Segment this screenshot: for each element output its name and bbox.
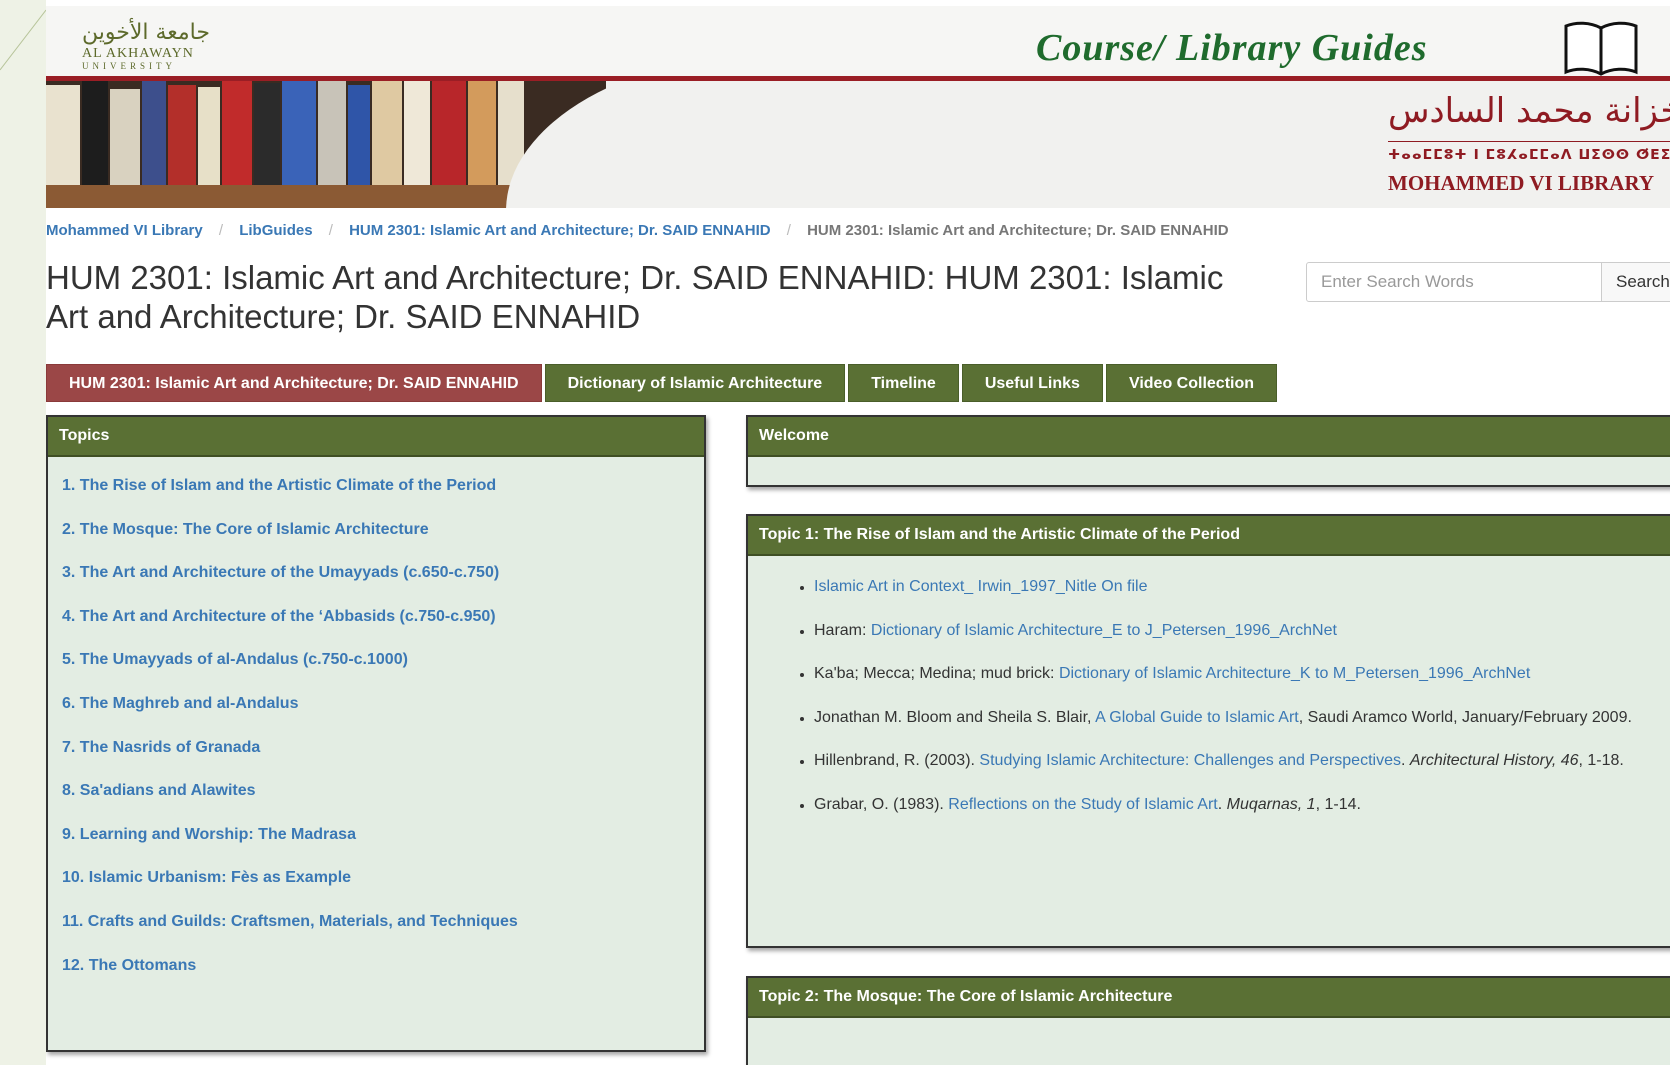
resource-prefix: Grabar, O. (1983).: [814, 795, 949, 813]
topic-link-2[interactable]: 2. The Mosque: The Core of Islamic Archi…: [62, 515, 704, 559]
resource-suffix: .: [1400, 752, 1410, 769]
topic-link-12[interactable]: 12. The Ottomans: [62, 951, 704, 995]
breadcrumb-libguides-link[interactable]: LibGuides: [239, 222, 312, 239]
resource-link[interactable]: Islamic Art in Context_ Irwin_1997_Nitle…: [814, 578, 1147, 595]
list-item: Ka'ba; Mecca; Medina; mud brick: Diction…: [814, 659, 1670, 703]
topic-link-11[interactable]: 11. Crafts and Guilds: Craftsmen, Materi…: [62, 907, 704, 951]
topic-link-10[interactable]: 10. Islamic Urbanism: Fès as Example: [62, 863, 704, 907]
breadcrumb: Mohammed VI Library / LibGuides / HUM 23…: [46, 222, 1229, 239]
breadcrumb-current-page: HUM 2301: Islamic Art and Architecture; …: [807, 222, 1229, 239]
resource-suffix: .: [1217, 795, 1227, 813]
university-logo-arabic[interactable]: جامعة الأخوين: [82, 20, 210, 45]
header-banner: جامعة الأخوين AL AKHAWAYN UNIVERSITY Cou…: [46, 6, 1670, 78]
search-input[interactable]: [1306, 262, 1602, 302]
topic-link-7[interactable]: 7. The Nasrids of Granada: [62, 733, 704, 777]
resource-journal: Architectural History, 46: [1409, 752, 1579, 769]
topics-list: 1. The Rise of Islam and the Artistic Cl…: [48, 457, 704, 994]
list-item: Grabar, O. (1983). Reflections on the St…: [814, 790, 1670, 834]
resource-prefix: Hillenbrand, R. (2003).: [814, 752, 980, 769]
resource-pages: , 1-18.: [1578, 752, 1624, 769]
guide-tabs: HUM 2301: Islamic Art and Architecture; …: [46, 364, 1278, 402]
list-item: Jonathan M. Bloom and Sheila S. Blair, A…: [814, 703, 1670, 747]
breadcrumb-guide-link[interactable]: HUM 2301: Islamic Art and Architecture; …: [349, 222, 771, 239]
decorative-line: [0, 9, 46, 71]
topic2-box-title: Topic 2: The Mosque: The Core of Islamic…: [748, 978, 1670, 1018]
tab-video-collection[interactable]: Video Collection: [1105, 364, 1278, 402]
university-logo[interactable]: AL AKHAWAYN UNIVERSITY: [82, 46, 194, 72]
resource-link[interactable]: Dictionary of Islamic Architecture_K to …: [1059, 665, 1530, 682]
tab-home[interactable]: HUM 2301: Islamic Art and Architecture; …: [46, 364, 542, 402]
resource-prefix: Ka'ba; Mecca; Medina; mud brick:: [814, 665, 1059, 682]
library-name-tifinagh: ⵜⴰⴰⵎⵎⵓⵜ ⵏ ⵎⵓⵃⴰⵎⵎⴰⴷ ⵡⵉⵙⵙ ⵚⴹⵉⵚ: [1388, 147, 1670, 163]
topic-link-4[interactable]: 4. The Art and Architecture of the ‘Abba…: [62, 602, 704, 646]
resource-link[interactable]: Dictionary of Islamic Architecture_E to …: [871, 622, 1337, 639]
resource-suffix: , Saudi Aramco World, January/February 2…: [1298, 708, 1632, 726]
resource-link[interactable]: A Global Guide to Islamic Art: [1095, 709, 1299, 726]
resource-journal: Muqarnas, 1: [1226, 795, 1316, 813]
welcome-box: Welcome: [746, 415, 1670, 487]
resource-link[interactable]: Reflections on the Study of Islamic Art: [948, 796, 1217, 813]
topic-link-1[interactable]: 1. The Rise of Islam and the Artistic Cl…: [62, 471, 704, 515]
libguide-page: جامعة الأخوين AL AKHAWAYN UNIVERSITY Cou…: [46, 0, 1670, 1065]
guides-title: Course/ Library Guides: [1036, 27, 1428, 69]
resource-prefix: Jonathan M. Bloom and Sheila S. Blair,: [814, 708, 1096, 726]
list-item: Haram: Dictionary of Islamic Architectur…: [814, 616, 1670, 660]
slide-backdrop: [0, 0, 46, 1065]
topic1-box: Topic 1: The Rise of Islam and the Artis…: [746, 514, 1670, 948]
list-item: Islamic Art in Context_ Irwin_1997_Nitle…: [814, 572, 1670, 616]
topic1-resource-list: Islamic Art in Context_ Irwin_1997_Nitle…: [748, 556, 1670, 833]
topic-link-9[interactable]: 9. Learning and Worship: The Madrasa: [62, 820, 704, 864]
topics-box-title: Topics: [48, 417, 704, 457]
topic-link-8[interactable]: 8. Sa'adians and Alawites: [62, 776, 704, 820]
list-item: Hillenbrand, R. (2003). Studying Islamic…: [814, 746, 1670, 790]
topic-link-3[interactable]: 3. The Art and Architecture of the Umayy…: [62, 558, 704, 602]
page-title: HUM 2301: Islamic Art and Architecture; …: [46, 259, 1224, 335]
topics-box: Topics 1. The Rise of Islam and the Arti…: [46, 415, 706, 1052]
search-button[interactable]: Search: [1601, 262, 1670, 302]
university-logo-sub: UNIVERSITY: [82, 61, 176, 71]
topic-link-6[interactable]: 6. The Maghreb and al-Andalus: [62, 689, 704, 733]
library-name: MOHAMMED VI LIBRARY: [1388, 171, 1655, 195]
library-name-arabic: خزانة محمد السادس: [1388, 91, 1670, 131]
tab-dictionary[interactable]: Dictionary of Islamic Architecture: [544, 364, 846, 402]
topic2-box: Topic 2: The Mosque: The Core of Islamic…: [746, 976, 1670, 1065]
resource-pages: , 1-14.: [1315, 795, 1361, 813]
resource-prefix: Haram:: [814, 621, 871, 639]
library-banner-image: خزانة محمد السادس ⵜⴰⴰⵎⵎⵓⵜ ⵏ ⵎⵓⵃⴰⵎⵎⴰⴷ ⵡⵉⵙ…: [46, 81, 1670, 208]
university-logo-name: AL AKHAWAYN: [82, 46, 194, 61]
tab-timeline[interactable]: Timeline: [848, 364, 959, 402]
welcome-box-title: Welcome: [748, 417, 1670, 457]
resource-link[interactable]: Studying Islamic Architecture: Challenge…: [979, 752, 1401, 769]
breadcrumb-library-link[interactable]: Mohammed VI Library: [46, 222, 203, 239]
topic-link-5[interactable]: 5. The Umayyads of al-Andalus (c.750-c.1…: [62, 645, 704, 689]
open-book-icon: [1564, 21, 1638, 76]
topic1-box-title: Topic 1: The Rise of Islam and the Artis…: [748, 516, 1670, 556]
tab-useful-links[interactable]: Useful Links: [961, 364, 1103, 402]
